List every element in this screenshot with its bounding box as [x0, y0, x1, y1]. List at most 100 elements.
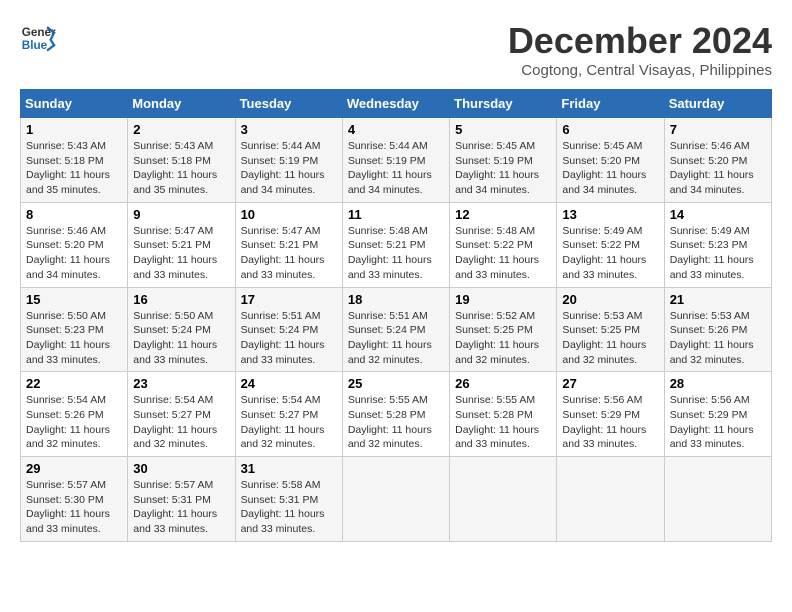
col-tuesday: Tuesday — [235, 90, 342, 118]
day-info: Sunrise: 5:57 AMSunset: 5:31 PMDaylight:… — [133, 478, 229, 537]
day-info: Sunrise: 5:48 AMSunset: 5:22 PMDaylight:… — [455, 224, 551, 283]
day-number: 28 — [670, 376, 766, 391]
calendar-cell: 30 Sunrise: 5:57 AMSunset: 5:31 PMDayligh… — [128, 457, 235, 542]
day-info: Sunrise: 5:51 AMSunset: 5:24 PMDaylight:… — [241, 309, 337, 368]
calendar-cell: 10 Sunrise: 5:47 AMSunset: 5:21 PMDayligh… — [235, 202, 342, 287]
day-number: 1 — [26, 122, 122, 137]
day-info: Sunrise: 5:49 AMSunset: 5:23 PMDaylight:… — [670, 224, 766, 283]
calendar-cell: 11Sunrise: 5:48 AMSunset: 5:21 PMDayligh… — [342, 202, 449, 287]
day-number: 25 — [348, 376, 444, 391]
day-number: 4 — [348, 122, 444, 137]
day-info: Sunrise: 5:55 AMSunset: 5:28 PMDaylight:… — [455, 393, 551, 452]
day-info: Sunrise: 5:56 AMSunset: 5:29 PMDaylight:… — [670, 393, 766, 452]
day-number: 17 — [241, 292, 337, 307]
day-number: 18 — [348, 292, 444, 307]
day-number: 6 — [562, 122, 658, 137]
calendar-cell — [450, 457, 557, 542]
calendar-table: Sunday Monday Tuesday Wednesday Thursday… — [20, 89, 772, 542]
calendar-cell: 7Sunrise: 5:46 AMSunset: 5:20 PMDaylight… — [664, 118, 771, 203]
calendar-cell: 12 Sunrise: 5:48 AMSunset: 5:22 PMDayligh… — [450, 202, 557, 287]
logo-icon: General Blue — [20, 20, 56, 56]
day-info: Sunrise: 5:50 AMSunset: 5:23 PMDaylight:… — [26, 309, 122, 368]
calendar-cell: 23Sunrise: 5:54 AMSunset: 5:27 PMDayligh… — [128, 372, 235, 457]
day-info: Sunrise: 5:44 AMSunset: 5:19 PMDaylight:… — [241, 139, 337, 198]
day-number: 5 — [455, 122, 551, 137]
day-info: Sunrise: 5:58 AMSunset: 5:31 PMDaylight:… — [241, 478, 337, 537]
calendar-cell: 18Sunrise: 5:51 AMSunset: 5:24 PMDayligh… — [342, 287, 449, 372]
location-subtitle: Cogtong, Central Visayas, Philippines — [508, 62, 772, 79]
col-friday: Friday — [557, 90, 664, 118]
calendar-cell: 6 Sunrise: 5:45 AMSunset: 5:20 PMDaylight… — [557, 118, 664, 203]
day-number: 15 — [26, 292, 122, 307]
calendar-cell: 21Sunrise: 5:53 AMSunset: 5:26 PMDayligh… — [664, 287, 771, 372]
day-number: 12 — [455, 207, 551, 222]
day-info: Sunrise: 5:47 AMSunset: 5:21 PMDaylight:… — [133, 224, 229, 283]
day-number: 30 — [133, 461, 229, 476]
day-info: Sunrise: 5:53 AMSunset: 5:26 PMDaylight:… — [670, 309, 766, 368]
calendar-row: 15 Sunrise: 5:50 AMSunset: 5:23 PMDayligh… — [21, 287, 772, 372]
calendar-cell — [342, 457, 449, 542]
calendar-cell: 24 Sunrise: 5:54 AMSunset: 5:27 PMDayligh… — [235, 372, 342, 457]
calendar-cell: 27Sunrise: 5:56 AMSunset: 5:29 PMDayligh… — [557, 372, 664, 457]
day-info: Sunrise: 5:43 AMSunset: 5:18 PMDaylight:… — [133, 139, 229, 198]
calendar-cell: 28 Sunrise: 5:56 AMSunset: 5:29 PMDayligh… — [664, 372, 771, 457]
day-number: 11 — [348, 207, 444, 222]
day-info: Sunrise: 5:46 AMSunset: 5:20 PMDaylight:… — [26, 224, 122, 283]
day-number: 3 — [241, 122, 337, 137]
day-number: 26 — [455, 376, 551, 391]
day-info: Sunrise: 5:54 AMSunset: 5:26 PMDaylight:… — [26, 393, 122, 452]
calendar-row: 29Sunrise: 5:57 AMSunset: 5:30 PMDayligh… — [21, 457, 772, 542]
calendar-cell: 1 Sunrise: 5:43 AMSunset: 5:18 PMDaylight… — [21, 118, 128, 203]
svg-text:Blue: Blue — [22, 39, 48, 52]
day-info: Sunrise: 5:44 AMSunset: 5:19 PMDaylight:… — [348, 139, 444, 198]
col-sunday: Sunday — [21, 90, 128, 118]
header: General Blue December 2024 Cogtong, Cent… — [20, 20, 772, 79]
calendar-cell: 22 Sunrise: 5:54 AMSunset: 5:26 PMDayligh… — [21, 372, 128, 457]
day-info: Sunrise: 5:50 AMSunset: 5:24 PMDaylight:… — [133, 309, 229, 368]
title-area: December 2024 Cogtong, Central Visayas, … — [508, 20, 772, 79]
col-wednesday: Wednesday — [342, 90, 449, 118]
calendar-cell — [557, 457, 664, 542]
col-saturday: Saturday — [664, 90, 771, 118]
day-number: 31 — [241, 461, 337, 476]
day-number: 29 — [26, 461, 122, 476]
month-title: December 2024 — [508, 20, 772, 62]
calendar-row: 22 Sunrise: 5:54 AMSunset: 5:26 PMDayligh… — [21, 372, 772, 457]
day-info: Sunrise: 5:49 AMSunset: 5:22 PMDaylight:… — [562, 224, 658, 283]
calendar-header-row: Sunday Monday Tuesday Wednesday Thursday… — [21, 90, 772, 118]
day-info: Sunrise: 5:54 AMSunset: 5:27 PMDaylight:… — [133, 393, 229, 452]
day-info: Sunrise: 5:45 AMSunset: 5:20 PMDaylight:… — [562, 139, 658, 198]
day-number: 8 — [26, 207, 122, 222]
day-number: 7 — [670, 122, 766, 137]
calendar-row: 8 Sunrise: 5:46 AMSunset: 5:20 PMDaylight… — [21, 202, 772, 287]
day-info: Sunrise: 5:45 AMSunset: 5:19 PMDaylight:… — [455, 139, 551, 198]
calendar-cell: 8 Sunrise: 5:46 AMSunset: 5:20 PMDaylight… — [21, 202, 128, 287]
calendar-cell: 13 Sunrise: 5:49 AMSunset: 5:22 PMDayligh… — [557, 202, 664, 287]
calendar-cell: 31 Sunrise: 5:58 AMSunset: 5:31 PMDayligh… — [235, 457, 342, 542]
day-number: 22 — [26, 376, 122, 391]
day-info: Sunrise: 5:53 AMSunset: 5:25 PMDaylight:… — [562, 309, 658, 368]
logo: General Blue — [20, 20, 56, 56]
calendar-cell: 15 Sunrise: 5:50 AMSunset: 5:23 PMDayligh… — [21, 287, 128, 372]
day-number: 2 — [133, 122, 229, 137]
day-number: 24 — [241, 376, 337, 391]
calendar-cell: 26 Sunrise: 5:55 AMSunset: 5:28 PMDayligh… — [450, 372, 557, 457]
day-info: Sunrise: 5:43 AMSunset: 5:18 PMDaylight:… — [26, 139, 122, 198]
day-info: Sunrise: 5:55 AMSunset: 5:28 PMDaylight:… — [348, 393, 444, 452]
calendar-cell: 5 Sunrise: 5:45 AMSunset: 5:19 PMDaylight… — [450, 118, 557, 203]
calendar-cell: 2 Sunrise: 5:43 AMSunset: 5:18 PMDaylight… — [128, 118, 235, 203]
calendar-cell: 29Sunrise: 5:57 AMSunset: 5:30 PMDayligh… — [21, 457, 128, 542]
calendar-cell: 4 Sunrise: 5:44 AMSunset: 5:19 PMDaylight… — [342, 118, 449, 203]
calendar-cell: 20 Sunrise: 5:53 AMSunset: 5:25 PMDayligh… — [557, 287, 664, 372]
calendar-cell: 14Sunrise: 5:49 AMSunset: 5:23 PMDayligh… — [664, 202, 771, 287]
col-monday: Monday — [128, 90, 235, 118]
calendar-cell: 25 Sunrise: 5:55 AMSunset: 5:28 PMDayligh… — [342, 372, 449, 457]
day-number: 9 — [133, 207, 229, 222]
day-info: Sunrise: 5:47 AMSunset: 5:21 PMDaylight:… — [241, 224, 337, 283]
calendar-cell: 16Sunrise: 5:50 AMSunset: 5:24 PMDayligh… — [128, 287, 235, 372]
day-info: Sunrise: 5:54 AMSunset: 5:27 PMDaylight:… — [241, 393, 337, 452]
day-number: 20 — [562, 292, 658, 307]
calendar-cell — [664, 457, 771, 542]
day-number: 10 — [241, 207, 337, 222]
day-number: 13 — [562, 207, 658, 222]
